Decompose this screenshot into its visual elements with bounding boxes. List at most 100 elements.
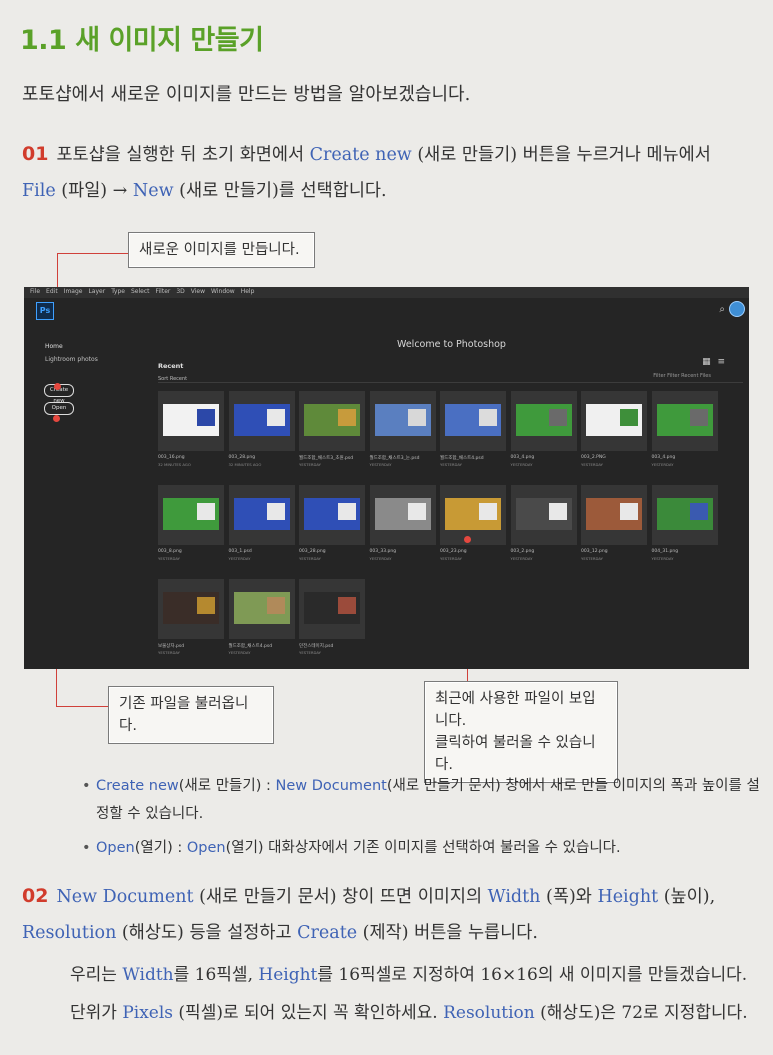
- open-button[interactable]: Open: [44, 402, 74, 415]
- thumbnail-detail: [408, 408, 426, 427]
- file-name: 월드조합_채스트3_눈.psd: [369, 456, 420, 461]
- recent-file-tile[interactable]: [651, 391, 718, 451]
- recent-file-tile[interactable]: [440, 485, 506, 545]
- step-text: (제작) 버튼을 누릅니다.: [357, 923, 538, 943]
- sidebar-item-home[interactable]: Home: [45, 343, 63, 350]
- file-modified: YESTERDAY: [369, 462, 392, 467]
- photoshop-screenshot: File Edit Image Layer Type Select Filter 3D View…: [24, 287, 749, 669]
- file-name: 003_2.png: [510, 549, 535, 554]
- menu-item-image[interactable]: Image: [64, 288, 83, 295]
- step-number: 02: [22, 885, 49, 907]
- step-text: (폭)와: [540, 887, 598, 907]
- file-modified: YESTERDAY: [510, 462, 533, 467]
- menu-item-help[interactable]: Help: [241, 288, 255, 295]
- term-create-new: Create new: [309, 145, 412, 165]
- term-open: Open: [96, 840, 135, 856]
- recent-file-tile[interactable]: [651, 485, 718, 545]
- thumbnail-detail: [690, 408, 708, 427]
- section-title: 1.1 새 이미지 만들기: [20, 25, 264, 56]
- bullet-text: (열기) 대화상자에서 기존 이미지를 선택하여 불러올 수 있습니다.: [225, 840, 621, 856]
- menu-item-type[interactable]: Type: [111, 288, 125, 295]
- term-open: Open: [186, 840, 226, 856]
- file-modified: YESTERDAY: [651, 462, 674, 467]
- file-thumbnail: [586, 498, 642, 530]
- file-name: 월드조합_채스트3_초원.psd: [299, 456, 354, 461]
- callout-open: 기존 파일을 불러옵니다.: [108, 686, 274, 744]
- recent-file-tile[interactable]: [158, 391, 224, 451]
- file-modified: YESTERDAY: [581, 462, 603, 467]
- recent-file-tile[interactable]: [510, 391, 577, 451]
- recent-file-tile[interactable]: [581, 485, 647, 545]
- sidebar-item-lightroom[interactable]: Lightroom photos: [45, 356, 98, 363]
- file-name: 003_8.png: [158, 549, 182, 554]
- file-modified: YESTERDAY: [440, 462, 462, 467]
- callout-dot: [464, 536, 471, 543]
- recent-file-tile[interactable]: [299, 485, 365, 545]
- thumbnail-detail: [337, 408, 356, 427]
- menu-item-file[interactable]: File: [30, 288, 40, 295]
- file-name: 003_4.png: [510, 455, 535, 460]
- callout-dot: [54, 383, 61, 390]
- recent-file-tile[interactable]: [581, 391, 647, 451]
- recent-file-tile[interactable]: [510, 485, 577, 545]
- recent-file-tile[interactable]: [158, 485, 224, 545]
- file-thumbnail: [304, 498, 360, 530]
- step-text: (파일) →: [55, 181, 133, 201]
- file-modified: YESTERDAY: [158, 556, 180, 561]
- recent-file-tile[interactable]: [228, 485, 295, 545]
- avatar[interactable]: [729, 301, 745, 317]
- file-thumbnail: [656, 498, 713, 530]
- note-text: 우리는: [70, 965, 123, 985]
- file-thumbnail: [656, 404, 713, 436]
- file-name: 던전스테이지.psd: [299, 644, 334, 649]
- recent-file-tile[interactable]: [299, 579, 365, 639]
- term-height: Height: [258, 965, 318, 985]
- step-number: 01: [22, 143, 49, 165]
- term-new-document: New Document: [56, 887, 194, 907]
- recent-file-tile[interactable]: [228, 579, 295, 639]
- menu-item-window[interactable]: Window: [211, 288, 235, 295]
- file-name: 월드조합_채스트4.psd: [228, 644, 273, 649]
- menu-item-filter[interactable]: Filter: [156, 288, 171, 295]
- recent-file-tile[interactable]: [440, 391, 506, 451]
- step-text: (새로 만들기)를 선택합니다.: [173, 181, 387, 201]
- file-thumbnail: [233, 404, 290, 436]
- recent-file-tile[interactable]: [299, 391, 365, 451]
- recent-file-tile[interactable]: [369, 391, 436, 451]
- step-02: 02 New Document (새로 만들기 문서) 창이 뜨면 이미지의 Wi…: [22, 878, 762, 951]
- note-text: (해상도)은 72로 지정합니다.: [534, 1003, 748, 1023]
- menu-item-select[interactable]: Select: [131, 288, 150, 295]
- bullet-create-new: Create new(새로 만들기) : New Document(새로 만들기…: [82, 772, 762, 828]
- file-name: 003_1.psd: [228, 549, 252, 554]
- file-thumbnail: [445, 404, 501, 436]
- file-thumbnail: [445, 498, 501, 530]
- callout-create: 새로운 이미지를 만듭니다.: [128, 232, 315, 268]
- file-name: 보물상자.psd: [158, 644, 185, 649]
- thumbnail-detail: [196, 596, 215, 615]
- search-icon[interactable]: ⌕: [719, 304, 725, 315]
- term-file: File: [22, 181, 56, 201]
- menu-item-edit[interactable]: Edit: [46, 288, 58, 295]
- file-modified: YESTERDAY: [228, 650, 251, 655]
- step-01: 01 포토샵을 실행한 뒤 초기 화면에서 Create new (새로 만들기)…: [22, 136, 757, 209]
- recent-file-tile[interactable]: [228, 391, 295, 451]
- term-create-new: Create new: [96, 778, 179, 794]
- thumbnail-detail: [267, 502, 285, 521]
- file-thumbnail: [374, 498, 431, 530]
- filter-input[interactable]: Filter Filter Recent Files: [653, 373, 711, 379]
- term-pixels: Pixels: [122, 1003, 174, 1023]
- file-name: 003_12.png: [581, 549, 608, 554]
- term-new: New: [132, 181, 174, 201]
- term-new-document: New Document: [275, 778, 387, 794]
- recent-file-tile[interactable]: [158, 579, 224, 639]
- term-create: Create: [297, 923, 358, 943]
- file-name: 003_28.png: [228, 455, 256, 460]
- view-toggle-icon[interactable]: ▦ ≡: [702, 357, 727, 367]
- menu-item-layer[interactable]: Layer: [88, 288, 105, 295]
- thumbnail-detail: [196, 408, 215, 427]
- menu-item-3d[interactable]: 3D: [176, 288, 184, 295]
- file-thumbnail: [163, 498, 219, 530]
- menu-item-view[interactable]: View: [191, 288, 205, 295]
- thumbnail-detail: [478, 502, 497, 521]
- recent-file-tile[interactable]: [369, 485, 436, 545]
